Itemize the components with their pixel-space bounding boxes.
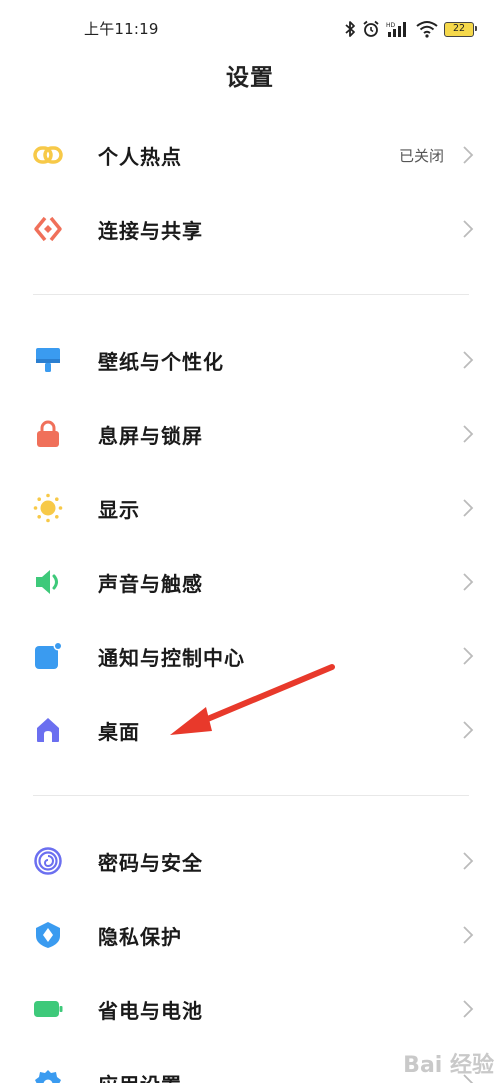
settings-item-wallpaper[interactable]: 壁纸与个性化 — [0, 323, 500, 397]
settings-item-label: 个人热点 — [98, 144, 182, 169]
settings-item-label: 密码与安全 — [98, 850, 203, 875]
home-icon — [33, 715, 63, 745]
settings-item-label: 声音与触感 — [98, 571, 203, 596]
settings-item-label: 省电与电池 — [98, 998, 203, 1023]
lock-icon — [33, 419, 63, 449]
wallpaper-brush-icon — [33, 345, 63, 375]
settings-item-label: 壁纸与个性化 — [98, 349, 224, 374]
bluetooth-icon — [345, 21, 355, 37]
annotation-arrow — [170, 664, 335, 735]
fingerprint-icon — [33, 846, 63, 876]
chevron-right-icon — [463, 499, 474, 517]
settings-item-value: 已关闭 — [398, 146, 444, 165]
privacy-shield-icon — [33, 920, 63, 950]
app-settings-gear-icon — [33, 1068, 63, 1083]
chevron-right-icon — [463, 146, 474, 164]
wifi-icon — [416, 21, 438, 38]
watermark-logo: Bai 经验 — [403, 1053, 494, 1078]
page-title: 设置 — [226, 65, 274, 91]
chevron-right-icon — [463, 425, 474, 443]
chevron-right-icon — [463, 852, 474, 870]
settings-item-connection[interactable]: 连接与共享 — [0, 192, 500, 266]
settings-group-security: 密码与安全 隐私保护 省电与电池 — [0, 824, 500, 1083]
settings-item-password-security[interactable]: 密码与安全 — [0, 824, 500, 898]
battery-level: 22 — [452, 23, 466, 35]
settings-item-label: 隐私保护 — [98, 924, 182, 949]
settings-item-label: 息屏与锁屏 — [98, 423, 203, 448]
settings-item-lockscreen[interactable]: 息屏与锁屏 — [0, 397, 500, 471]
hotspot-icon — [33, 140, 63, 170]
status-time: 上午11:19 — [84, 20, 159, 38]
settings-item-label: 连接与共享 — [98, 218, 203, 243]
chevron-right-icon — [463, 220, 474, 238]
sun-icon — [33, 493, 63, 523]
chevron-right-icon — [463, 573, 474, 591]
section-divider — [33, 294, 469, 295]
chevron-right-icon — [463, 1000, 474, 1018]
settings-screen: 上午11:19 HD 22 设置 个人热点 已关闭 连接与共享 壁纸与个性化 息… — [0, 0, 500, 1083]
status-bar: 上午11:19 HD 22 — [0, 0, 500, 56]
settings-item-battery[interactable]: 省电与电池 — [0, 972, 500, 1046]
chevron-right-icon — [463, 351, 474, 369]
hd-signal-icon: HD — [386, 22, 406, 37]
settings-item-label: 桌面 — [98, 719, 140, 744]
speaker-icon — [33, 567, 63, 597]
settings-item-label: 应用设置 — [98, 1069, 182, 1083]
section-divider — [33, 795, 469, 796]
battery-icon: 22 — [444, 21, 477, 37]
settings-item-privacy[interactable]: 隐私保护 — [0, 898, 500, 972]
settings-group-network: 个人热点 已关闭 连接与共享 — [0, 118, 500, 266]
settings-item-label: 显示 — [98, 497, 140, 522]
connection-share-icon — [33, 214, 63, 244]
chevron-right-icon — [463, 647, 474, 665]
status-icons: HD 22 — [344, 16, 477, 42]
svg-text:HD: HD — [386, 22, 396, 29]
alarm-icon — [363, 20, 379, 37]
chevron-right-icon — [463, 926, 474, 944]
settings-item-sound[interactable]: 声音与触感 — [0, 545, 500, 619]
chevron-right-icon — [463, 721, 474, 739]
settings-item-hotspot[interactable]: 个人热点 已关闭 — [0, 118, 500, 192]
notification-icon — [33, 641, 63, 671]
settings-item-display[interactable]: 显示 — [0, 471, 500, 545]
battery-saver-icon — [33, 994, 63, 1024]
